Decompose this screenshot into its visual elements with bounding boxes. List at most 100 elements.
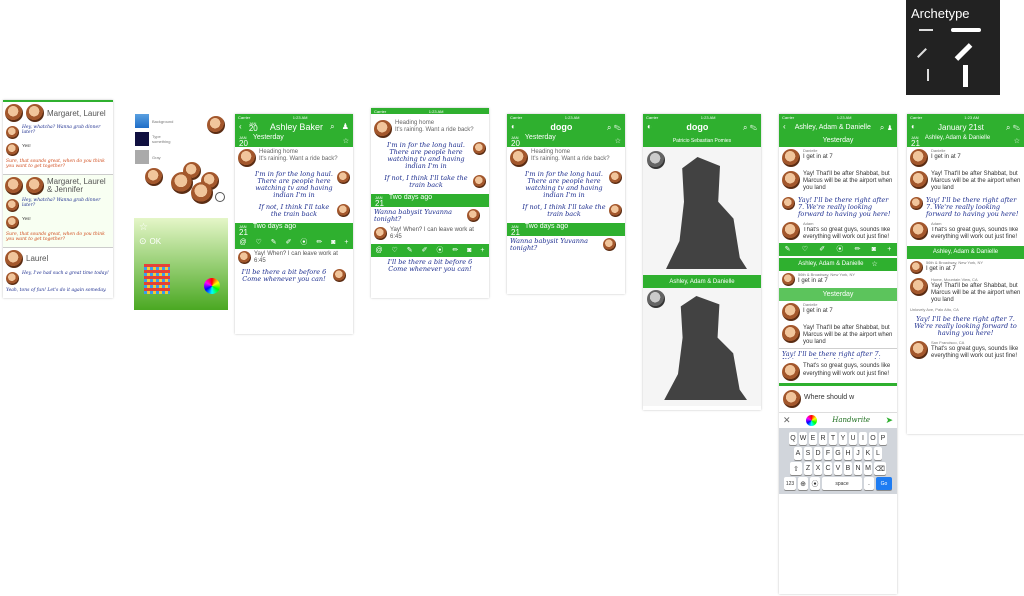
close-icon[interactable]: ✕ [783,415,791,426]
key-h[interactable]: H [844,447,852,461]
back-icon[interactable]: ⊙ [139,236,147,247]
send-icon[interactable]: ➤ [885,415,893,426]
pen-tools[interactable] [911,27,995,87]
numbers-key[interactable]: 123 [784,477,796,491]
key-t[interactable]: T [829,432,837,446]
plus-icon[interactable]: + [344,239,348,246]
key-u[interactable]: U [849,432,857,446]
search-icon[interactable]: ⌕ [1006,123,1010,132]
brush-icon[interactable]: ✐ [819,245,825,253]
pen-small-icon[interactable] [919,29,933,31]
compose-toolbar[interactable]: @ ♡ ✎ ✐ ⦿ ✏ ◙ + [235,235,353,249]
thread-header[interactable]: JAN 21 Ashley, Adam & Danielle ☆ [907,134,1024,147]
day-header[interactable]: JAN 20 Yesterday ☆ [235,134,353,147]
brush-icon[interactable]: ✐ [286,238,292,246]
camera-icon[interactable]: ◙ [331,239,335,246]
compose-toolbar[interactable]: @ ♡ ✎ ✐ ⦿ ✏ ◙ + [371,243,489,257]
pen-icon[interactable]: ✎ [407,246,413,254]
key-j[interactable]: J [854,447,862,461]
sketch-drawing[interactable] [643,288,761,406]
key-c[interactable]: C [824,462,832,476]
color-swatch[interactable] [135,150,149,164]
pencil-icon[interactable]: ✏ [316,238,322,246]
day-header[interactable]: JAN 20 Yesterday ☆ [507,134,625,147]
compose-toolbar[interactable]: ✎ ♡ ✐ ⦿ ✏ ◙ + [779,242,897,256]
go-key[interactable]: Go [876,477,892,491]
marker-vert-icon[interactable] [963,65,968,87]
thread-card[interactable]: Margaret, Laurel & Jennifer Hey, whatcha… [3,174,113,248]
key-w[interactable]: W [799,432,807,446]
backspace-key[interactable]: ⌫ [874,462,886,476]
message-input[interactable]: Where should w [804,390,854,402]
compose-icon[interactable]: ✎ [614,123,621,132]
color-grid[interactable] [144,264,170,294]
key-v[interactable]: V [834,462,842,476]
handwrite-canvas[interactable]: ☆ ⊙ OK [134,218,228,310]
profile-icon[interactable]: ◐ [911,123,916,131]
day-header[interactable]: JAN 21 Two days ago [507,222,625,236]
search-icon[interactable]: ⌕ [880,123,884,132]
color-swatch[interactable] [135,132,149,146]
clock-icon[interactable] [215,192,225,202]
person-icon[interactable]: ♟ [342,123,349,131]
at-icon[interactable]: @ [239,239,246,246]
plus-icon[interactable]: + [887,246,891,253]
thread-header[interactable]: Ashley, Adam & Danielle [907,245,1024,259]
key-d[interactable]: D [814,447,822,461]
shift-key[interactable]: ⇧ [790,462,802,476]
day-header[interactable]: JAN 21 Two days ago [371,193,489,207]
heart-icon[interactable]: ♡ [802,245,808,253]
sketch-drawing[interactable] [643,147,761,275]
mic-icon[interactable]: ⦿ [436,245,443,255]
thread-card[interactable]: Laurel Hey, I've had such a great time t… [3,248,113,296]
key-n[interactable]: N [854,462,862,476]
handwrite-button[interactable]: Handwrite [832,416,870,425]
day-header[interactable]: Yesterday [779,134,897,147]
thread-card[interactable]: Margaret, Laurel Hey, whatcha? Wanna gra… [3,102,113,175]
profile-icon[interactable]: ◐ [647,123,652,131]
pencil-vert-icon[interactable] [927,69,929,81]
mic-icon[interactable]: ⦿ [836,244,843,254]
marker-diag-icon[interactable] [954,43,973,61]
mic-key[interactable]: ⦿ [810,477,820,491]
period-key[interactable]: . [864,477,874,491]
key-s[interactable]: S [804,447,812,461]
pen-icon[interactable]: ✎ [785,245,791,253]
key-a[interactable]: A [794,447,802,461]
compose-icon[interactable]: ✎ [750,123,757,132]
color-wheel-icon[interactable] [805,415,817,427]
ok-label[interactable]: OK [150,237,162,246]
sketch-header[interactable]: Patricio Sebastian Pomies [643,134,761,147]
key-e[interactable]: E [809,432,817,446]
compose-field[interactable]: Where should w [779,386,897,412]
heart-icon[interactable]: ♡ [256,238,262,246]
star-icon[interactable]: ☆ [615,137,621,145]
camera-icon[interactable]: ◙ [872,246,876,253]
profile-icon[interactable]: ◐ [511,123,516,131]
key-z[interactable]: Z [804,462,812,476]
space-key[interactable]: space [822,477,862,491]
star-icon[interactable]: ☆ [1014,137,1020,145]
back-icon[interactable]: ‹ [783,123,786,131]
key-m[interactable]: M [864,462,872,476]
star-icon[interactable]: ☆ [343,137,349,145]
pen-icon[interactable]: ✎ [271,238,277,246]
search-icon[interactable]: ⌕ [607,123,611,132]
sketch-header[interactable]: Ashley, Adam & Danielle [643,275,761,288]
at-icon[interactable]: @ [375,247,382,254]
key-f[interactable]: F [824,447,832,461]
key-x[interactable]: X [814,462,822,476]
thread-header[interactable]: Ashley, Adam & Danielle ☆ [779,257,897,271]
star-icon[interactable]: ☆ [871,260,877,268]
color-swatch[interactable] [135,114,149,128]
camera-icon[interactable]: ◙ [467,247,471,254]
mic-icon[interactable]: ⦿ [300,237,307,247]
search-icon[interactable]: ⌕ [330,123,334,131]
globe-icon[interactable]: ⊕ [798,477,808,491]
back-icon[interactable]: ‹ [239,123,242,131]
key-b[interactable]: B [844,462,852,476]
heart-icon[interactable]: ♡ [392,246,398,254]
key-k[interactable]: K [864,447,872,461]
key-q[interactable]: Q [789,432,797,446]
pen-large-icon[interactable] [951,28,981,32]
